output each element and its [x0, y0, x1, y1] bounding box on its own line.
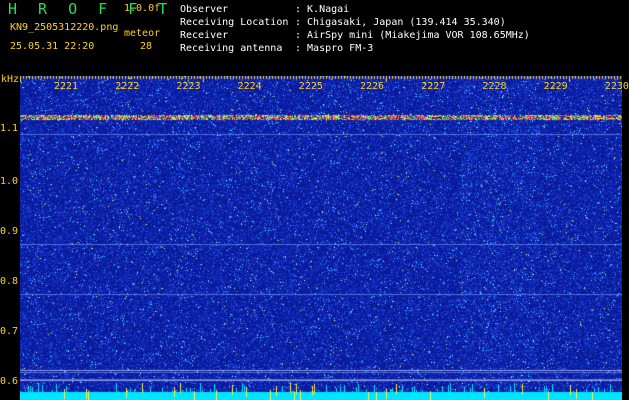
app-version: 1.0.0f: [124, 3, 161, 14]
meta-row-antenna: Receiving antenna : Maspro FM-3: [180, 42, 530, 55]
time-tick-label: 2223: [176, 81, 201, 92]
frequency-tick-label: 0.8: [0, 276, 19, 287]
frequency-tick-label: 0.7: [0, 326, 19, 337]
time-tick-label: 2225: [298, 81, 323, 92]
frequency-tick-label: 0.6: [0, 376, 19, 387]
time-tick-label: 2227: [421, 81, 446, 92]
time-tick-label: 2221: [54, 81, 79, 92]
meta-value: : Chigasaki, Japan (139.414 35.340): [295, 17, 506, 28]
frequency-tick-label: 0.9: [0, 226, 19, 237]
frequency-tick-label: 1.0: [0, 176, 19, 187]
meta-value: : K.Nagai: [295, 4, 350, 15]
time-tick-label: 2222: [115, 81, 140, 92]
frequency-tick-label: 1.1: [0, 123, 19, 134]
capture-datetime: 25.05.31 22:20: [10, 41, 95, 52]
time-tick-label: 2229: [543, 81, 568, 92]
file-name: KN9_2505312220.png: [10, 22, 119, 33]
meta-value: : AirSpy mini (Miakejima VOR 108.65MHz): [295, 30, 530, 41]
meta-key: Receiving antenna: [180, 43, 283, 54]
frequency-unit-label: kHz: [1, 74, 20, 85]
time-tick-label: 2228: [482, 81, 507, 92]
meta-value: : Maspro FM-3: [295, 43, 374, 54]
meta-row-receiver: Receiver : AirSpy mini (Miakejima VOR 108…: [180, 29, 530, 42]
meta-row-location: Receiving Location : Chigasaki, Japan (13…: [180, 16, 530, 29]
meta-key: Observer: [180, 4, 229, 15]
time-tick-label: 2230: [604, 81, 629, 92]
meta-key: Receiving Location: [180, 17, 289, 28]
station-info: Observer : K.Nagai Receiving Location : Ch…: [180, 3, 530, 55]
header-panel: H R O F F T 1.0.0f KN9_2505312220.png me…: [0, 0, 629, 72]
meteor-label: meteor: [124, 28, 161, 39]
time-tick-label: 2224: [237, 81, 262, 92]
meteor-count: 28: [140, 41, 153, 52]
spectrogram-canvas: [20, 76, 622, 400]
time-tick-label: 2226: [360, 81, 385, 92]
meta-row-observer: Observer : K.Nagai: [180, 3, 530, 16]
meta-key: Receiver: [180, 30, 229, 41]
